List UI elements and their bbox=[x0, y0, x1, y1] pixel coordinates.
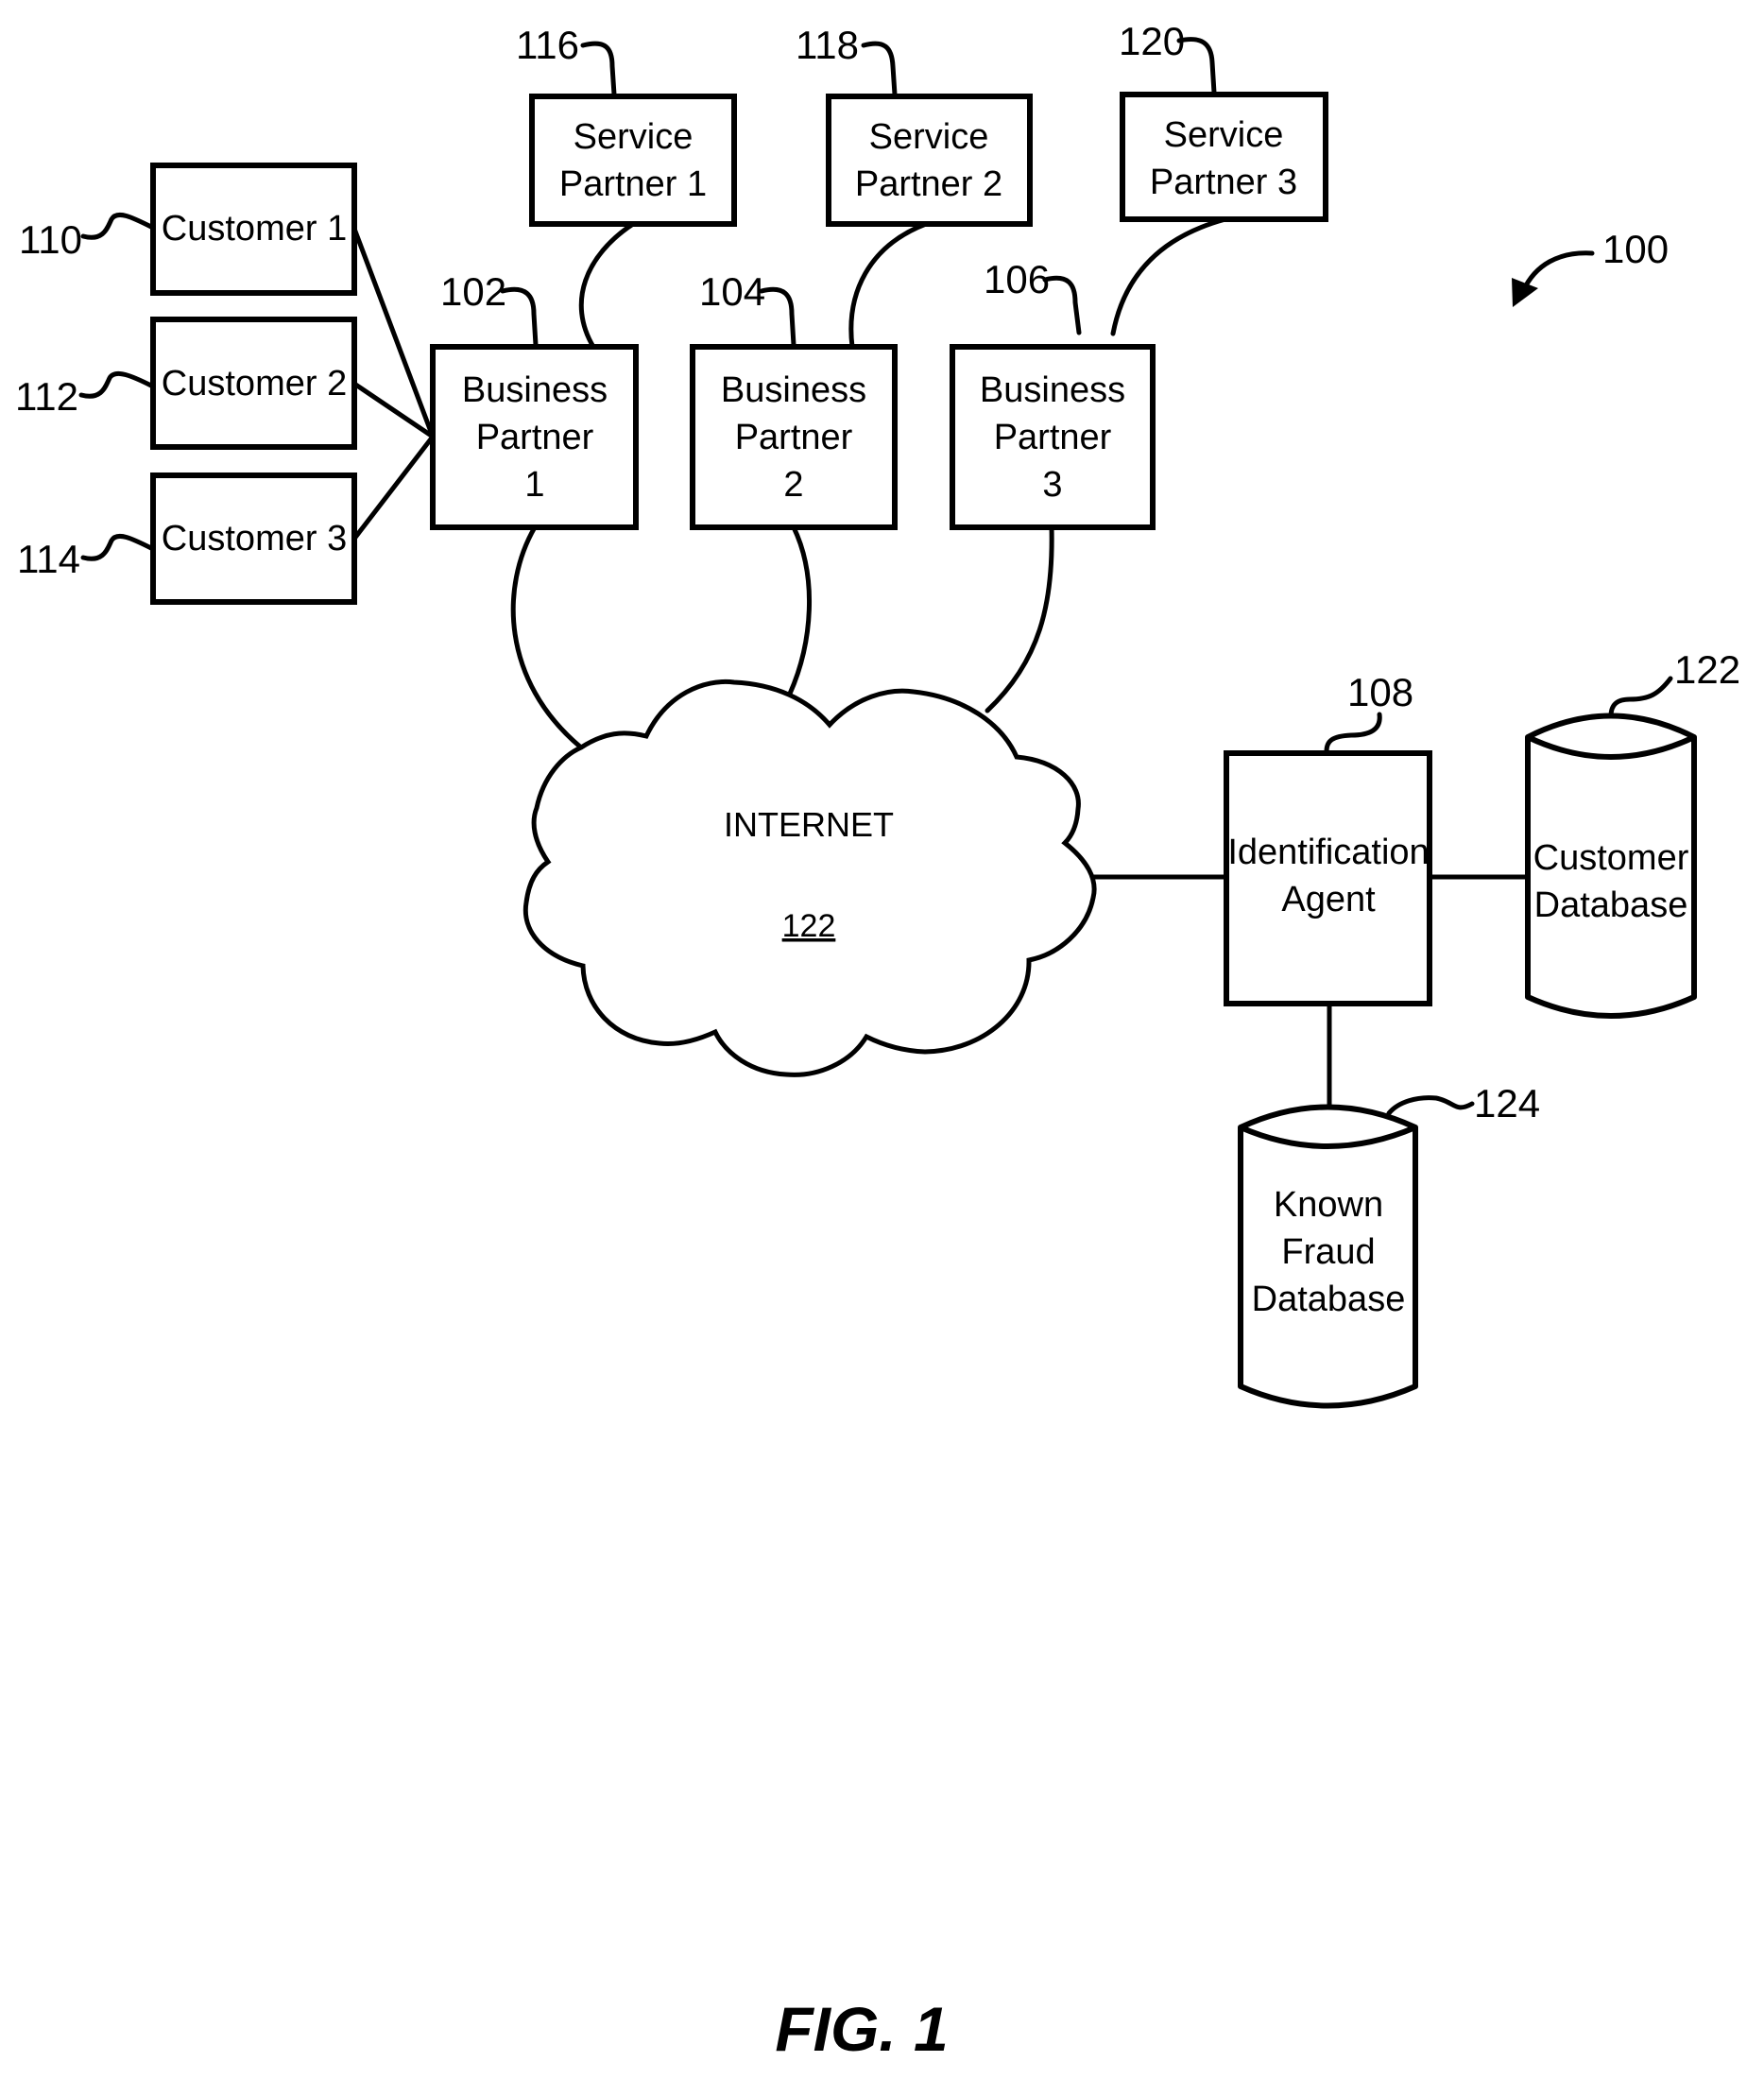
business-partner-1-ref: 102 bbox=[440, 269, 506, 314]
connector-bp1-internet bbox=[510, 524, 584, 750]
connector-sp3-bp3 bbox=[1110, 216, 1228, 336]
customer-database-line1: Customer bbox=[1533, 838, 1689, 878]
identification-agent-line2: Agent bbox=[1281, 880, 1376, 919]
customer-3: Customer 3 114 bbox=[17, 472, 357, 605]
known-fraud-database-ref: 124 bbox=[1474, 1081, 1540, 1125]
service-partner-2-box bbox=[826, 94, 1033, 227]
system-ref-arrow-shaft bbox=[1520, 250, 1595, 294]
identification-agent-box bbox=[1224, 750, 1432, 1006]
system-ref-label: 100 bbox=[1602, 227, 1669, 271]
customer-database: Customer Database 122 bbox=[1525, 647, 1740, 1019]
connector-sp2-bp2 bbox=[848, 221, 929, 350]
system-ref: 100 bbox=[1512, 227, 1669, 307]
service-partner-3-line2: Partner 3 bbox=[1150, 163, 1297, 202]
customer-3-ref: 114 bbox=[17, 537, 80, 581]
known-fraud-database: Known Fraud Database 124 bbox=[1238, 1081, 1540, 1409]
service-partner-2-leader bbox=[861, 41, 898, 97]
business-partner-3-line1: Business bbox=[980, 370, 1125, 410]
customer-database-line2: Database bbox=[1534, 885, 1688, 925]
customer-1: Customer 1 110 bbox=[19, 163, 357, 296]
service-partner-3-line1: Service bbox=[1164, 115, 1284, 155]
service-partner-1: Service Partner 1 116 bbox=[516, 23, 737, 227]
service-partner-2-line2: Partner 2 bbox=[855, 164, 1002, 204]
service-partner-2-ref: 118 bbox=[796, 23, 859, 67]
customer-2-label: Customer 2 bbox=[162, 364, 347, 404]
business-partner-3-leader bbox=[1042, 275, 1082, 335]
business-partner-1-line1: Business bbox=[462, 370, 608, 410]
customer-3-leader bbox=[80, 534, 154, 561]
business-partner-1-leader bbox=[500, 286, 539, 348]
business-partner-2-line3: 2 bbox=[783, 465, 803, 505]
internet-cloud: INTERNET 122 bbox=[522, 679, 1097, 1077]
connector-bp3-internet bbox=[985, 524, 1054, 713]
connector-customer3-bp1 bbox=[351, 434, 436, 541]
business-partner-2-leader bbox=[759, 286, 796, 348]
internet-ref: 122 bbox=[782, 908, 836, 944]
service-partner-1-line2: Partner 1 bbox=[559, 164, 707, 204]
identification-agent-leader bbox=[1324, 712, 1382, 754]
system-diagram: Customer 1 110 Customer 2 112 Customer 3… bbox=[15, 19, 1740, 2064]
service-partner-3-ref: 120 bbox=[1119, 19, 1185, 63]
identification-agent: Identification Agent 108 bbox=[1224, 670, 1432, 1006]
business-partner-3-line3: 3 bbox=[1042, 465, 1062, 505]
business-partner-2-ref: 104 bbox=[699, 269, 765, 314]
service-partner-1-box bbox=[529, 94, 737, 227]
business-partner-2: Business Partner 2 104 bbox=[690, 269, 898, 530]
known-fraud-database-line3: Database bbox=[1252, 1280, 1406, 1319]
system-ref-arrow-head-icon bbox=[1512, 278, 1538, 307]
known-fraud-database-leader bbox=[1386, 1095, 1475, 1116]
business-partner-3-line2: Partner bbox=[994, 418, 1112, 457]
service-partner-1-line1: Service bbox=[574, 117, 694, 157]
customer-2-ref: 112 bbox=[15, 374, 78, 419]
service-partner-2: Service Partner 2 118 bbox=[796, 23, 1033, 227]
cloud-shape bbox=[522, 679, 1097, 1077]
internet-label: INTERNET bbox=[724, 805, 894, 844]
customer-1-label: Customer 1 bbox=[162, 209, 347, 249]
customer-1-ref: 110 bbox=[19, 217, 82, 262]
service-partner-1-leader bbox=[580, 41, 617, 97]
customer-2-leader bbox=[78, 371, 154, 399]
customer-3-label: Customer 3 bbox=[162, 519, 347, 558]
figure-caption: FIG. 1 bbox=[775, 1994, 948, 2064]
known-fraud-database-line1: Known bbox=[1274, 1185, 1383, 1225]
service-partner-3: Service Partner 3 120 bbox=[1119, 19, 1328, 222]
business-partner-2-line1: Business bbox=[721, 370, 866, 410]
customer-database-ref: 122 bbox=[1674, 647, 1740, 692]
customer-1-leader bbox=[80, 213, 154, 240]
business-partner-2-line2: Partner bbox=[735, 418, 853, 457]
service-partner-1-ref: 116 bbox=[516, 23, 579, 67]
known-fraud-database-line2: Fraud bbox=[1281, 1232, 1375, 1272]
customer-2: Customer 2 112 bbox=[15, 317, 357, 450]
customer-database-leader bbox=[1608, 676, 1673, 719]
connector-bp2-internet bbox=[787, 524, 812, 696]
business-partner-1-line2: Partner bbox=[476, 418, 594, 457]
connector-customer1-bp1 bbox=[351, 226, 436, 439]
identification-agent-ref: 108 bbox=[1347, 670, 1413, 714]
business-partner-1: Business Partner 1 102 bbox=[430, 269, 639, 530]
business-partner-3-ref: 106 bbox=[984, 257, 1050, 301]
connector-sp1-bp1 bbox=[578, 221, 636, 350]
business-partner-1-line3: 1 bbox=[524, 465, 544, 505]
identification-agent-line1: Identification bbox=[1227, 833, 1429, 872]
service-partner-2-line1: Service bbox=[869, 117, 989, 157]
